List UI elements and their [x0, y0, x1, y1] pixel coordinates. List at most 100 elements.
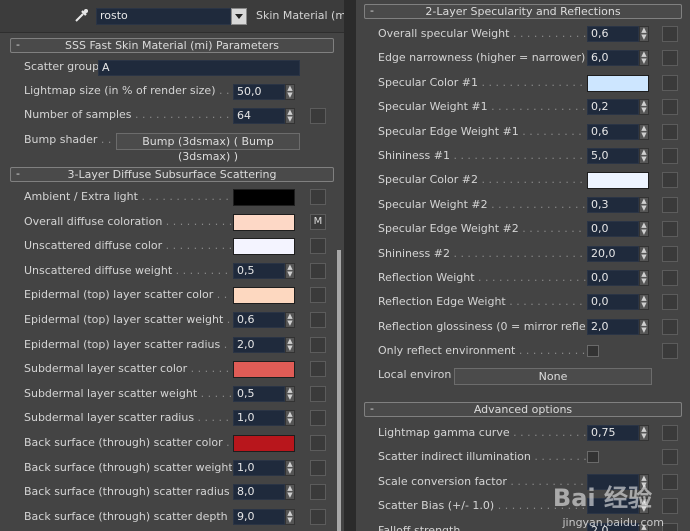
map-button[interactable] [310, 189, 326, 205]
collapse-minus-icon[interactable]: - [370, 403, 374, 415]
map-button[interactable] [310, 337, 326, 353]
rollout-header[interactable]: - 3-Layer Diffuse Subsurface Scattering [10, 167, 334, 182]
value-field[interactable]: 0,6 [233, 312, 285, 328]
map-button[interactable] [662, 26, 678, 42]
map-button[interactable] [662, 449, 678, 465]
spinner-arrows-icon[interactable]: ▲▼ [285, 460, 295, 476]
map-button[interactable] [662, 523, 678, 531]
spinner-arrows-icon[interactable]: ▲▼ [285, 108, 295, 124]
map-button[interactable] [310, 460, 326, 476]
eyedropper-icon[interactable] [74, 7, 90, 23]
collapse-minus-icon[interactable]: - [16, 39, 20, 51]
map-button[interactable] [310, 509, 326, 525]
rollout-header[interactable]: - Advanced options [364, 402, 682, 417]
map-button[interactable] [662, 425, 678, 441]
value-field[interactable]: 64 [233, 108, 285, 124]
map-button[interactable] [310, 108, 326, 124]
map-button[interactable] [310, 435, 326, 451]
spinner-arrows-icon[interactable]: ▲▼ [639, 294, 649, 310]
spinner-arrows-icon[interactable]: ▲▼ [639, 124, 649, 140]
map-button[interactable] [662, 50, 678, 66]
spinner-arrows-icon[interactable]: ▲▼ [639, 319, 649, 335]
value-field[interactable]: 0,0 [587, 221, 639, 237]
value-field[interactable]: 20,0 [587, 246, 639, 262]
color-swatch[interactable] [233, 189, 295, 206]
map-button[interactable] [310, 484, 326, 500]
scatter-group-field[interactable]: A [98, 60, 300, 76]
color-swatch[interactable] [233, 287, 295, 304]
spinner-arrows-icon[interactable]: ▲▼ [639, 197, 649, 213]
map-button[interactable] [310, 287, 326, 303]
value-field[interactable]: 0,2 [587, 99, 639, 115]
value-field[interactable]: 1,0 [233, 410, 285, 426]
map-button[interactable] [310, 410, 326, 426]
spinner-arrows-icon[interactable]: ▲▼ [285, 484, 295, 500]
map-button[interactable] [310, 361, 326, 377]
map-button[interactable] [662, 99, 678, 115]
value-field[interactable]: 5,0 [587, 148, 639, 164]
value-field[interactable]: 0,5 [233, 386, 285, 402]
value-field[interactable]: 0,0 [587, 294, 639, 310]
collapse-minus-icon[interactable]: - [370, 5, 374, 17]
checkbox[interactable] [587, 345, 599, 357]
color-swatch[interactable] [587, 75, 649, 92]
map-button[interactable] [310, 238, 326, 254]
value-field[interactable]: 6,0 [587, 50, 639, 66]
bump-shader-button[interactable]: Bump (3dsmax) ( Bump (3dsmax) ) [116, 133, 300, 163]
rollout-header[interactable]: - SSS Fast Skin Material (mi) Parameters [10, 38, 334, 53]
map-button[interactable] [662, 343, 678, 359]
value-field[interactable]: 0,75 [587, 425, 639, 441]
material-name-field[interactable]: rosto [96, 8, 231, 25]
value-field[interactable]: 8,0 [233, 484, 285, 500]
material-dropdown-button[interactable] [231, 8, 247, 25]
map-button[interactable] [662, 294, 678, 310]
spinner-arrows-icon[interactable]: ▲▼ [285, 410, 295, 426]
color-swatch[interactable] [587, 172, 649, 189]
map-button[interactable] [310, 386, 326, 402]
color-swatch[interactable] [233, 361, 295, 378]
spinner-arrows-icon[interactable]: ▲▼ [639, 26, 649, 42]
map-button[interactable]: M [310, 214, 326, 230]
collapse-minus-icon[interactable]: - [16, 168, 20, 180]
color-swatch[interactable] [233, 435, 295, 452]
left-scrollbar[interactable] [337, 250, 341, 531]
map-button[interactable] [662, 124, 678, 140]
map-button[interactable] [310, 312, 326, 328]
spinner-arrows-icon[interactable]: ▲▼ [285, 509, 295, 525]
spinner-arrows-icon[interactable]: ▲▼ [285, 337, 295, 353]
value-field[interactable]: 2,0 [587, 319, 639, 335]
spinner-arrows-icon[interactable]: ▲▼ [285, 263, 295, 279]
checkbox[interactable] [587, 451, 599, 463]
map-button[interactable] [662, 474, 678, 490]
value-field[interactable]: 0,5 [233, 263, 285, 279]
spinner-arrows-icon[interactable]: ▲▼ [285, 312, 295, 328]
local-environ-button[interactable]: None [454, 368, 652, 385]
value-field[interactable]: 50,0 [233, 84, 285, 100]
spinner-arrows-icon[interactable]: ▲▼ [639, 270, 649, 286]
map-button[interactable] [662, 148, 678, 164]
value-field[interactable]: 0,6 [587, 124, 639, 140]
color-swatch[interactable] [233, 238, 295, 255]
value-field[interactable]: 9,0 [233, 509, 285, 525]
spinner-arrows-icon[interactable]: ▲▼ [639, 246, 649, 262]
map-button[interactable] [662, 172, 678, 188]
color-swatch[interactable] [233, 214, 295, 231]
value-field[interactable]: 0,3 [587, 197, 639, 213]
spinner-arrows-icon[interactable]: ▲▼ [639, 50, 649, 66]
spinner-arrows-icon[interactable]: ▲▼ [285, 84, 295, 100]
map-button[interactable] [662, 246, 678, 262]
map-button[interactable] [662, 498, 678, 514]
map-button[interactable] [662, 319, 678, 335]
map-button[interactable] [662, 75, 678, 91]
spinner-arrows-icon[interactable]: ▲▼ [639, 221, 649, 237]
rollout-header[interactable]: - 2-Layer Specularity and Reflections [364, 4, 682, 19]
value-field[interactable]: 0,0 [587, 270, 639, 286]
spinner-arrows-icon[interactable]: ▲▼ [285, 386, 295, 402]
value-field[interactable]: 1,0 [233, 460, 285, 476]
map-button[interactable] [662, 197, 678, 213]
map-button[interactable] [662, 221, 678, 237]
spinner-arrows-icon[interactable]: ▲▼ [639, 99, 649, 115]
map-button[interactable] [662, 270, 678, 286]
spinner-arrows-icon[interactable]: ▲▼ [639, 425, 649, 441]
value-field[interactable]: 0,6 [587, 26, 639, 42]
